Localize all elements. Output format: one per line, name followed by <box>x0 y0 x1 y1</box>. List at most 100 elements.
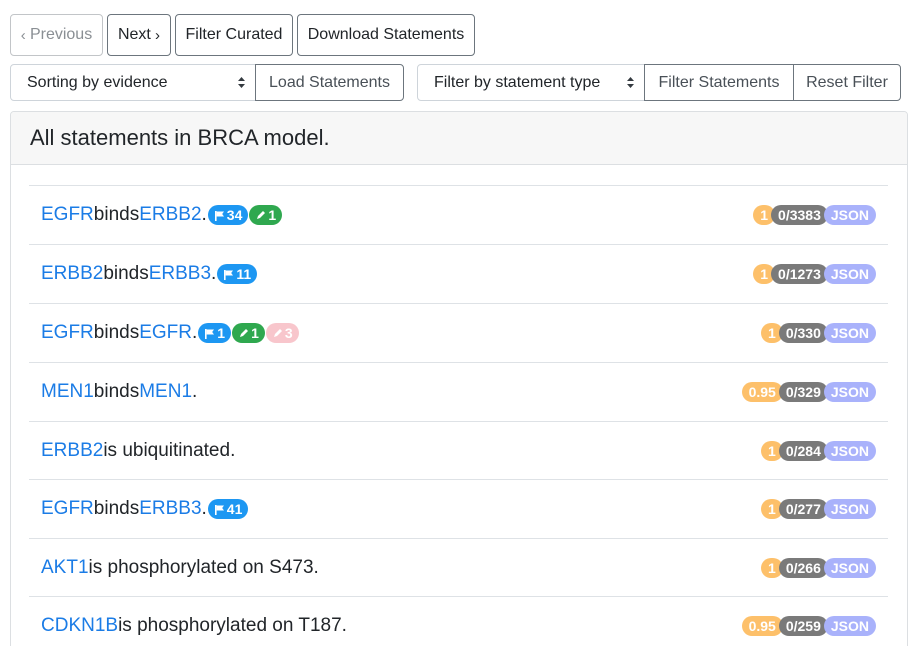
curation-count-badge: 0/329 <box>778 382 828 402</box>
evidence-count-badge: 1 <box>198 323 232 343</box>
json-button[interactable]: JSON <box>823 558 876 578</box>
curation-count-badge: 0/266 <box>778 558 828 578</box>
statement-fragment: . <box>191 322 198 343</box>
agent-link[interactable]: ERBB3 <box>149 263 211 285</box>
curation-count-badge: 0/1273 <box>771 264 828 284</box>
curation-count-badge: 0/330 <box>778 323 828 343</box>
agent-link[interactable]: EGFR <box>41 322 94 344</box>
curation-count-badge: 0/3383 <box>771 205 828 225</box>
select-arrows-icon <box>627 77 634 88</box>
curation-count-badge: 0/284 <box>778 441 828 461</box>
statement-fragment: binds <box>103 263 149 284</box>
statement-row[interactable]: EGFR binds EGFR. 1 1 3 1 0/330 JSON <box>29 303 888 362</box>
statement-fragment: is phosphorylated on T187. <box>118 615 347 636</box>
statement-row[interactable]: EGFR binds ERBB2. 34 1 1 0/3383 JSON <box>29 185 888 244</box>
download-statements-button[interactable]: Download Statements <box>297 14 475 56</box>
json-button[interactable]: JSON <box>823 441 876 461</box>
agent-link[interactable]: ERBB3 <box>139 498 201 520</box>
agent-link[interactable]: AKT1 <box>41 557 89 579</box>
previous-button[interactable]: ‹ Previous <box>10 14 103 56</box>
statement-badges: 1 0/266 JSON <box>761 558 876 578</box>
json-button[interactable]: JSON <box>823 616 876 636</box>
statement-row[interactable]: ERBB2 is ubiquitinated. 1 0/284 JSON <box>29 421 888 480</box>
curation-count-badge: 0/259 <box>778 616 828 636</box>
next-label: Next <box>117 26 151 43</box>
flag-icon <box>204 328 217 339</box>
badge-value: 1 <box>251 325 259 341</box>
statement-text: EGFR binds ERBB3. 41 <box>41 498 249 520</box>
sort-select-value: Sorting by evidence <box>27 73 168 91</box>
belief-badge: 0.95 <box>741 382 783 402</box>
curation-count-badge: 0/277 <box>778 499 828 519</box>
pencil-icon <box>255 210 268 221</box>
statement-badges: 1 0/3383 JSON <box>753 205 876 225</box>
evidence-count-badge: 41 <box>207 499 249 519</box>
flag-icon <box>214 504 227 515</box>
load-statements-label: Load Statements <box>269 73 390 91</box>
statement-text: ERBB2 is ubiquitinated. <box>41 440 235 462</box>
reset-filter-button[interactable]: Reset Filter <box>793 64 901 101</box>
page-title: All statements in BRCA model. <box>30 125 330 150</box>
badge-value: 1 <box>268 207 277 223</box>
load-statements-button[interactable]: Load Statements <box>255 64 404 101</box>
previous-label: Previous <box>29 26 93 43</box>
statement-row[interactable]: EGFR binds ERBB3. 41 1 0/277 JSON <box>29 479 888 538</box>
agent-link[interactable]: MEN1 <box>41 381 94 403</box>
statement-badges: 1 0/284 JSON <box>761 441 876 461</box>
evidence-count-badge: 11 <box>217 264 258 284</box>
json-button[interactable]: JSON <box>823 382 876 402</box>
filter-curated-button[interactable]: Filter Curated <box>175 14 293 56</box>
statement-text: CDKN1B is phosphorylated on T187. <box>41 615 347 637</box>
statement-fragment: binds <box>93 498 140 519</box>
next-button[interactable]: Next › <box>107 14 171 56</box>
chevron-right-icon: › <box>150 26 161 44</box>
statement-type-select[interactable]: Filter by statement type <box>417 64 645 101</box>
agent-link[interactable]: EGFR <box>41 204 94 226</box>
curation-correct-badge: 1 <box>249 205 283 225</box>
agent-link[interactable]: ERBB2 <box>41 263 103 285</box>
badge-value: 34 <box>226 207 243 223</box>
pencil-icon <box>272 328 285 339</box>
json-button[interactable]: JSON <box>823 264 876 284</box>
download-statements-label: Download Statements <box>307 26 465 43</box>
evidence-count-badge: 34 <box>207 205 249 225</box>
agent-link[interactable]: EGFR <box>139 322 192 344</box>
statement-fragment: is ubiquitinated. <box>103 440 236 461</box>
agent-link[interactable]: MEN1 <box>139 381 192 403</box>
statement-fragment: . <box>211 263 217 284</box>
statement-badges: 0.95 0/329 JSON <box>741 382 876 402</box>
filter-statements-button[interactable]: Filter Statements <box>644 64 794 101</box>
agent-link[interactable]: EGFR <box>41 498 94 520</box>
statement-text: EGFR binds EGFR. 1 1 3 <box>41 322 299 344</box>
statement-row[interactable]: AKT1 is phosphorylated on S473. 1 0/266 JSO… <box>29 538 888 597</box>
flag-icon <box>223 269 236 280</box>
json-button[interactable]: JSON <box>823 205 876 225</box>
select-arrows-icon <box>238 77 245 88</box>
statement-badges: 1 0/277 JSON <box>761 499 876 519</box>
badge-value: 1 <box>217 325 226 341</box>
card-header: All statements in BRCA model. <box>11 112 907 165</box>
reset-filter-label: Reset Filter <box>806 73 888 91</box>
sort-select[interactable]: Sorting by evidence <box>10 64 256 101</box>
statement-badges: 0.95 0/259 JSON <box>741 616 876 636</box>
statement-text: ERBB2 binds ERBB3. 11 <box>41 263 258 285</box>
json-button[interactable]: JSON <box>823 323 876 343</box>
statement-fragment: binds <box>93 381 140 402</box>
badge-value: 11 <box>236 266 252 282</box>
filter-statements-label: Filter Statements <box>658 73 780 91</box>
statement-fragment: . <box>201 498 207 519</box>
statement-row[interactable]: MEN1 binds MEN1. 0.95 0/329 JSON <box>29 362 888 421</box>
statement-text: EGFR binds ERBB2. 34 1 <box>41 204 283 226</box>
statement-fragment: binds <box>93 322 140 343</box>
json-button[interactable]: JSON <box>823 499 876 519</box>
statement-row[interactable]: CDKN1B is phosphorylated on T187. 0.95 0/2… <box>29 596 888 646</box>
agent-link[interactable]: CDKN1B <box>41 615 118 637</box>
statement-row[interactable]: ERBB2 binds ERBB3. 11 1 0/1273 JSON <box>29 244 888 303</box>
chevron-left-icon: ‹ <box>20 26 30 44</box>
agent-link[interactable]: ERBB2 <box>41 440 103 462</box>
statement-badges: 1 0/1273 JSON <box>753 264 876 284</box>
filter-curated-label: Filter Curated <box>185 26 283 43</box>
statement-text: AKT1 is phosphorylated on S473. <box>41 557 319 579</box>
statement-type-select-value: Filter by statement type <box>434 73 601 91</box>
agent-link[interactable]: ERBB2 <box>139 204 201 226</box>
